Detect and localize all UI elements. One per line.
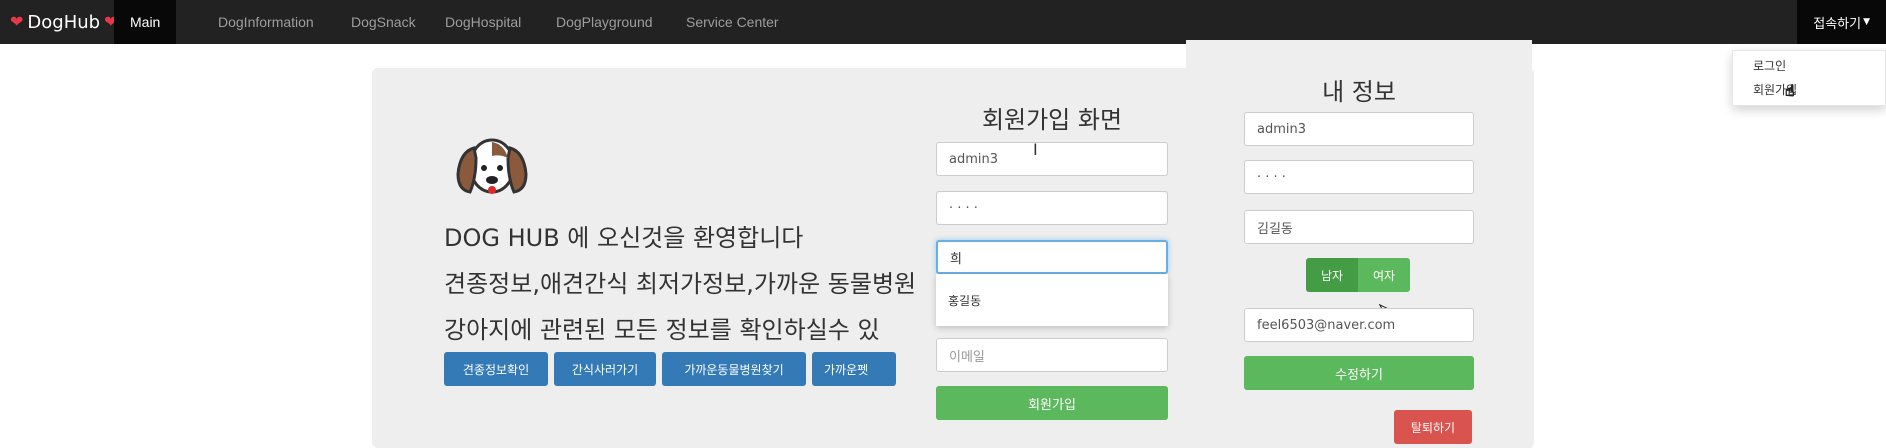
gender-female-button[interactable]: 여자: [1358, 258, 1410, 292]
my-info-title: 내 정보: [1322, 78, 1396, 106]
my-info-panel: 내 정보 admin3 · · · · 김길동 남자 여자 ➤ feel6503…: [1186, 40, 1532, 448]
withdraw-button[interactable]: 탈퇴하기: [1394, 410, 1472, 444]
gender-toggle: 남자 여자: [1306, 258, 1410, 292]
intro-line-2: 강아지에 관련된 모든 정보를 확인하실수 있: [444, 316, 880, 344]
account-label: 접속하기: [1813, 16, 1862, 32]
dropdown-item-login[interactable]: 로그인: [1753, 57, 1786, 74]
text-cursor-icon: I: [1033, 140, 1038, 159]
update-info-button[interactable]: 수정하기: [1244, 356, 1474, 390]
nav-item-dogsnack[interactable]: DogSnack: [351, 0, 416, 44]
welcome-heading: DOG HUB 에 오신것을 환영합니다: [444, 224, 804, 252]
caret-down-icon: ▼: [1863, 17, 1870, 27]
myinfo-password-input[interactable]: · · · ·: [1244, 160, 1474, 194]
nav-item-label: DogPlayground: [556, 14, 653, 30]
myinfo-name-input[interactable]: 김길동: [1244, 210, 1474, 244]
nav-item-label: DogSnack: [351, 14, 416, 30]
breed-info-button[interactable]: 견종정보확인: [444, 352, 548, 386]
dog-logo-icon: [456, 138, 528, 194]
nav-item-main[interactable]: Main: [114, 0, 177, 44]
signup-password-input[interactable]: · · · ·: [936, 191, 1168, 225]
intro-line-1: 견종정보,애견간식 최저가정보,가까운 동물병원: [444, 270, 917, 298]
heart-icon: ❤: [10, 12, 24, 31]
top-navbar: ❤ DogHub ❤ Main DogInformation DogSnack …: [0, 0, 1886, 44]
nav-item-label: Service Center: [686, 14, 779, 30]
nav-item-label: DogHospital: [445, 14, 522, 30]
signup-title: 회원가입 화면: [981, 106, 1123, 134]
brand-name: DogHub: [27, 11, 101, 33]
brand-logo[interactable]: ❤ DogHub ❤: [0, 0, 127, 44]
account-dropdown-menu: 로그인 회원가입 ☝: [1732, 50, 1886, 106]
account-dropdown-toggle[interactable]: 접속하기 ▼: [1797, 0, 1886, 44]
buy-snack-button[interactable]: 간식사러가기: [554, 352, 656, 386]
feature-button-row: 견종정보확인 간식사러가기 가까운동물병원찾기 가까운펫: [444, 352, 956, 388]
signup-id-input[interactable]: admin3: [936, 142, 1168, 176]
nav-item-doghospital[interactable]: DogHospital: [445, 0, 521, 44]
find-hospital-button[interactable]: 가까운동물병원찾기: [662, 352, 806, 386]
nav-item-doginformation[interactable]: DogInformation: [218, 0, 314, 44]
find-pet-place-button[interactable]: 가까운펫: [812, 352, 896, 386]
signup-submit-button[interactable]: 회원가입: [936, 386, 1168, 420]
signup-email-input[interactable]: 이메일: [936, 338, 1168, 372]
nav-item-service-center[interactable]: Service Center: [686, 0, 779, 44]
hand-pointer-icon: ☝: [1785, 81, 1796, 101]
myinfo-email-input[interactable]: feel6503@naver.com: [1244, 308, 1474, 342]
autocomplete-suggestion[interactable]: 홍길동: [936, 274, 1168, 326]
myinfo-id-input[interactable]: admin3: [1244, 112, 1474, 146]
nav-item-dogplayground[interactable]: DogPlayground: [556, 0, 653, 44]
nav-item-label: Main: [130, 14, 161, 30]
gender-male-button[interactable]: 남자: [1306, 258, 1358, 292]
nav-item-label: DogInformation: [218, 14, 314, 30]
signup-name-input[interactable]: 희: [936, 240, 1168, 274]
